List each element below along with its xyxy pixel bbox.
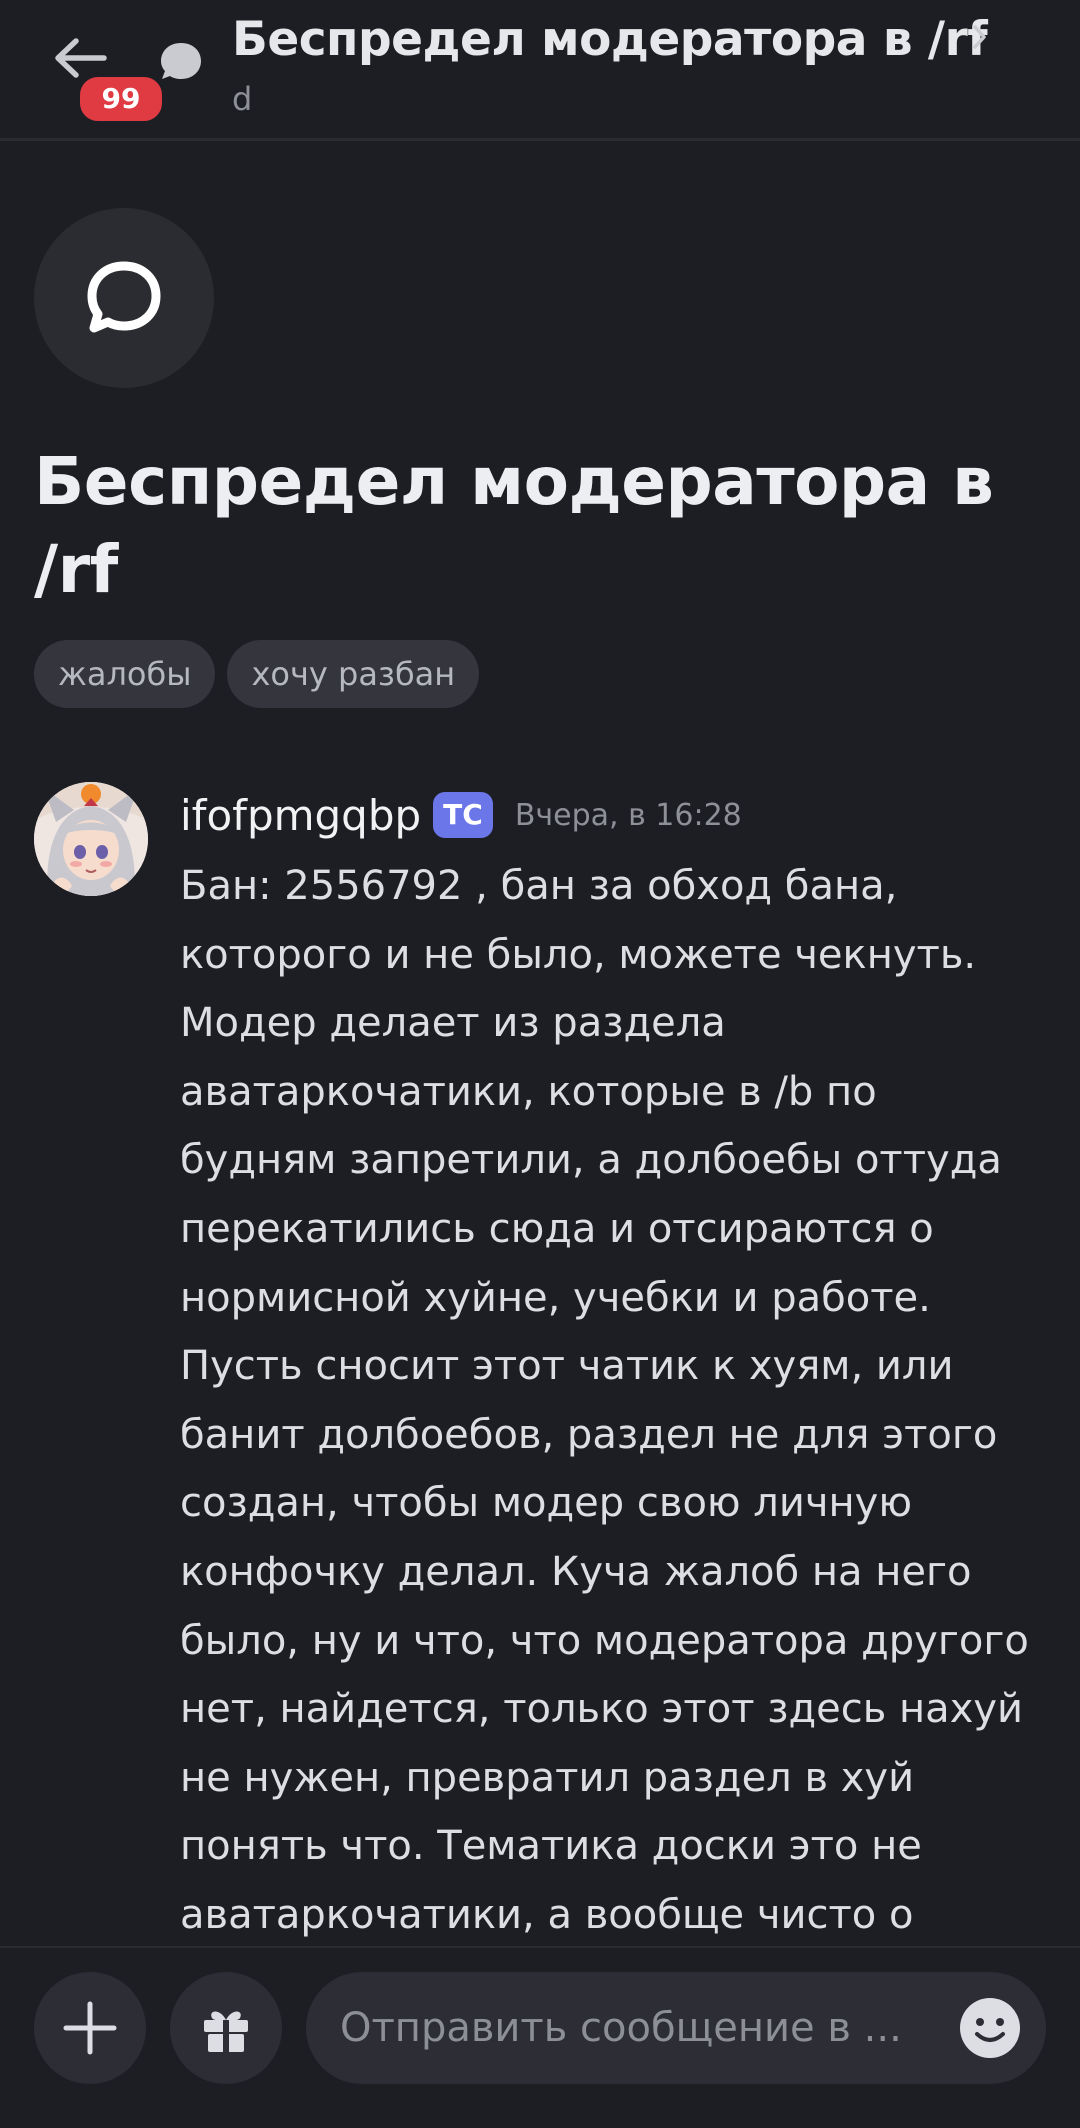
message-input-placeholder: Отправить сообщение в ... (340, 2005, 902, 2051)
message-header: ifofpmgqbp ТС Вчера, в 16:28 (180, 784, 742, 846)
message-timestamp: Вчера, в 16:28 (514, 797, 742, 833)
speech-bubble-icon (156, 36, 206, 86)
plus-icon (63, 2001, 117, 2055)
speech-bubble-icon (87, 261, 161, 333)
thread-title: Беспредел модератора в /rf (34, 443, 994, 608)
tag-complaints[interactable]: жалобы (34, 640, 216, 708)
tag-list: жалобы хочу разбан (34, 640, 480, 708)
message-text: Бан: 2556792 , бан за обход бана, которо… (180, 863, 1029, 1938)
header-title[interactable]: Беспредел модератора в /rf (232, 12, 988, 67)
message-input[interactable]: Отправить сообщение в ... (306, 1972, 1046, 2084)
tag-unban-request[interactable]: хочу разбан (227, 640, 480, 708)
gift-button[interactable] (170, 1972, 282, 2084)
thread-avatar (34, 208, 214, 388)
top-bar: 99 Беспредел модератора в /rf d (0, 0, 1080, 141)
op-badge: ТС (433, 792, 493, 838)
gift-icon (204, 2011, 248, 2052)
header-subtitle: d (232, 80, 253, 118)
message-composer: Отправить сообщение в ... (0, 1946, 1080, 2128)
emoji-smile-icon[interactable] (958, 1996, 1022, 2060)
author-name[interactable]: ifofpmgqbp (180, 791, 421, 840)
add-attachment-button[interactable] (34, 1972, 146, 2084)
unread-count-badge: 99 (76, 73, 166, 125)
avatar[interactable] (34, 782, 148, 896)
chevron-right-icon[interactable] (970, 22, 990, 56)
